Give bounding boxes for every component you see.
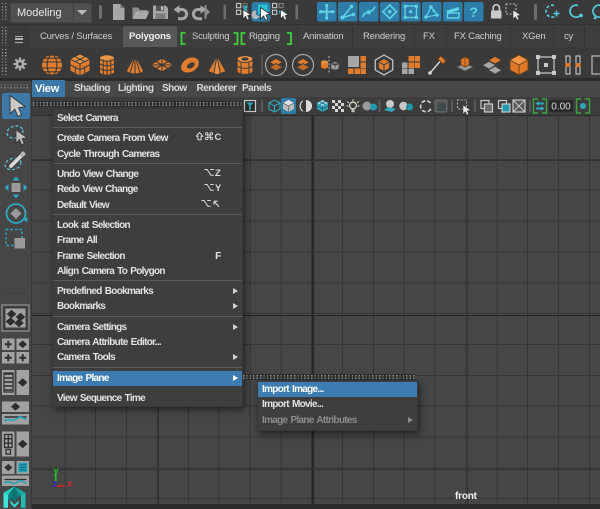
svg-text:C: C [214, 133, 221, 143]
svg-text:Y: Y [215, 184, 221, 194]
svg-text:0.00: 0.00 [551, 102, 571, 113]
svg-text:x: x [68, 479, 73, 489]
svg-text:z: z [53, 479, 58, 489]
svg-text:Z: Z [215, 168, 221, 178]
svg-text:?: ? [469, 4, 478, 20]
svg-text:y: y [54, 466, 59, 476]
